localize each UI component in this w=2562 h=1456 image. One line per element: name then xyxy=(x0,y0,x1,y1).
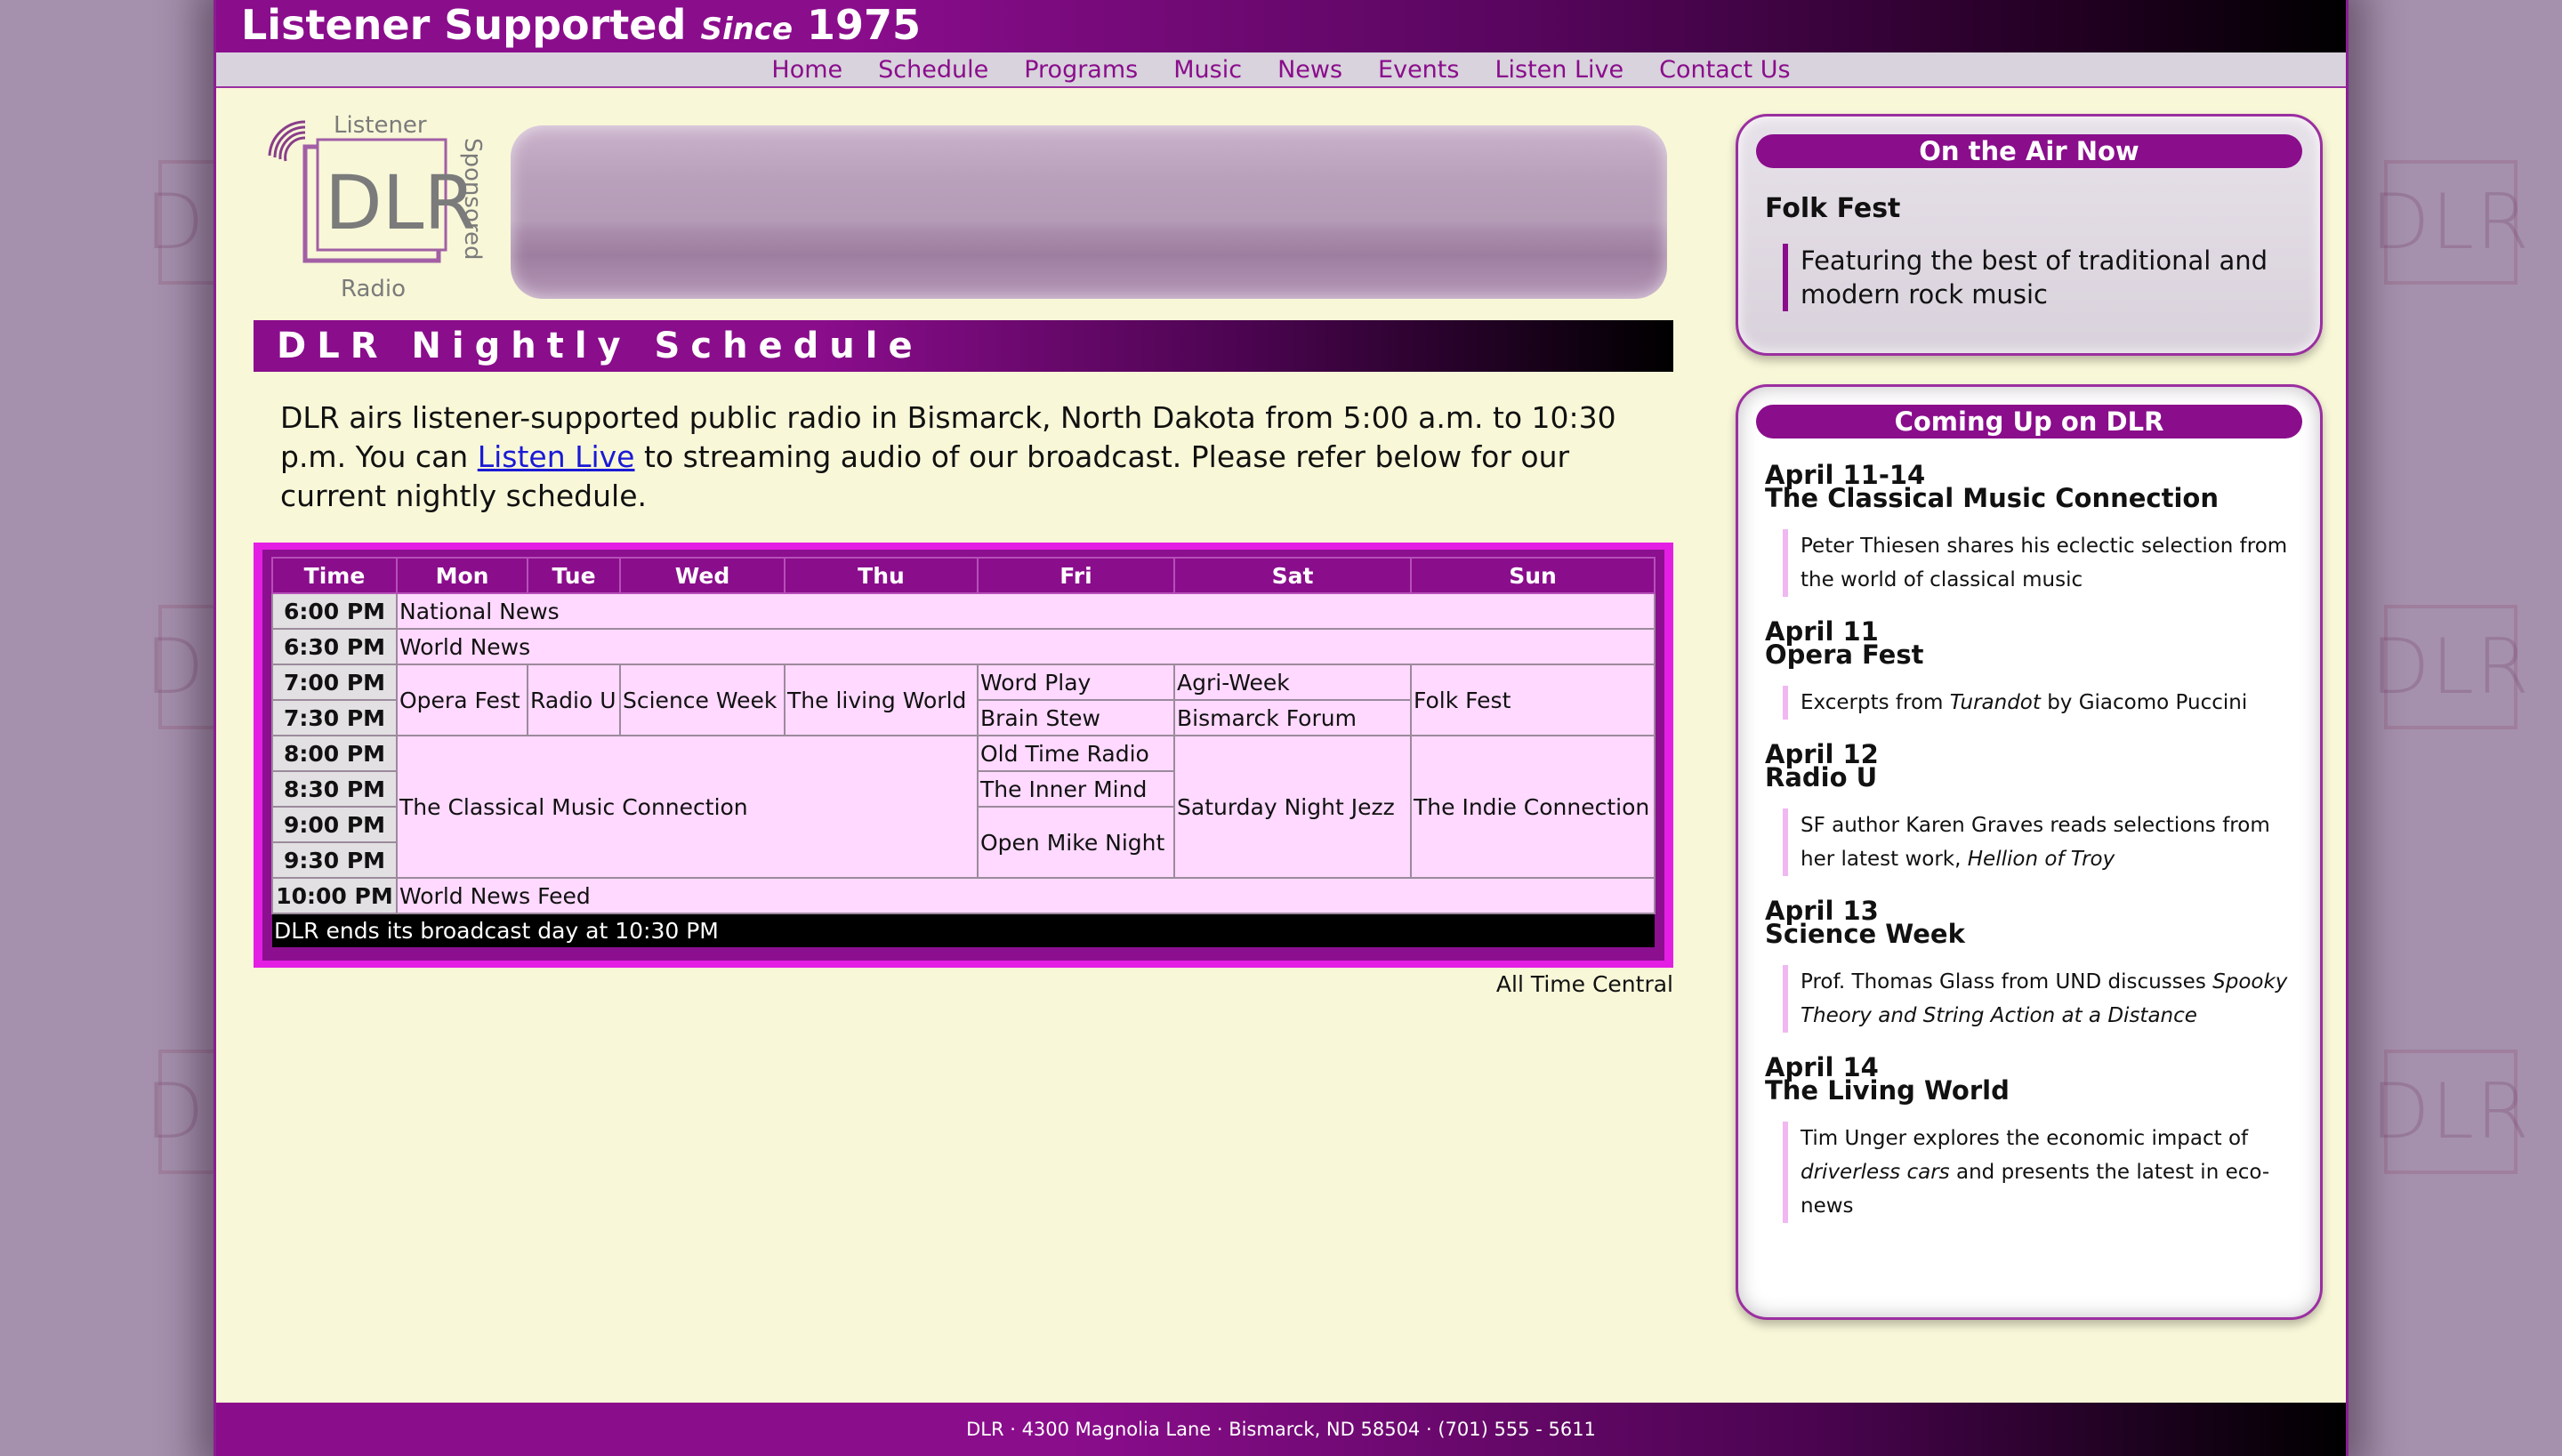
program-cell: Word Play xyxy=(977,664,1175,701)
nav-home[interactable]: Home xyxy=(771,56,842,84)
coming-up-event: April 11-14 The Classical Music Connecti… xyxy=(1765,463,2295,597)
nav-listen-live[interactable]: Listen Live xyxy=(1494,56,1623,84)
program-cell: Saturday Night Jezz xyxy=(1173,735,1412,879)
coming-up-event: April 12 Radio U SF author Karen Graves … xyxy=(1765,742,2295,876)
logo-radio-text: Radio xyxy=(341,276,406,302)
program-cell: Opera Fest xyxy=(396,664,528,736)
event-description: Tim Unger explores the economic impact o… xyxy=(1783,1122,2295,1223)
nav-events[interactable]: Events xyxy=(1378,56,1459,84)
nav-contact-us[interactable]: Contact Us xyxy=(1659,56,1790,84)
on-air-show-title: Folk Fest xyxy=(1765,193,1901,224)
time-cell: 6:30 PM xyxy=(271,628,398,665)
table-row: 8:00 PM The Classical Music Connection O… xyxy=(271,735,1656,879)
logo-listener-text: Listener xyxy=(334,112,427,139)
timezone-note: All Time Central xyxy=(1495,971,1673,997)
nav-music[interactable]: Music xyxy=(1173,56,1242,84)
event-description: SF author Karen Graves reads selections … xyxy=(1783,808,2295,876)
program-cell: National News xyxy=(396,592,1656,630)
page-container: Listener Supported Since 1975 Home Sched… xyxy=(214,0,2348,1456)
time-cell: 7:00 PM xyxy=(271,664,398,701)
coming-up-heading: Coming Up on DLR xyxy=(1756,405,2302,438)
header-banner-image xyxy=(511,125,1667,299)
masthead-tagline: Listener Supported xyxy=(241,1,687,49)
schedule-table-frame: Time Mon Tue Wed Thu Fri Sat Sun 6:00 PM… xyxy=(254,543,1673,968)
header-thu: Thu xyxy=(784,557,979,594)
header-sun: Sun xyxy=(1410,557,1656,594)
coming-up-box: Coming Up on DLR April 11-14 The Classic… xyxy=(1736,384,2323,1320)
event-description: Prof. Thomas Glass from UND discusses Sp… xyxy=(1783,965,2295,1033)
table-row: 6:30 PM World News xyxy=(271,628,1656,665)
logo-dlr-text: DLR xyxy=(325,159,476,246)
coming-up-event: April 11 Opera Fest Excerpts from Turand… xyxy=(1765,619,2295,720)
coming-up-event: April 13 Science Week Prof. Thomas Glass… xyxy=(1765,898,2295,1033)
event-title: Science Week xyxy=(1765,919,1965,949)
program-cell: The Inner Mind xyxy=(977,770,1175,808)
schedule-table: Time Mon Tue Wed Thu Fri Sat Sun 6:00 PM… xyxy=(271,557,1656,947)
table-header-row: Time Mon Tue Wed Thu Fri Sat Sun xyxy=(271,557,1656,594)
header-sat: Sat xyxy=(1173,557,1412,594)
program-cell: World News Feed xyxy=(396,877,1656,914)
header-mon: Mon xyxy=(396,557,528,594)
program-cell: Open Mike Night xyxy=(977,806,1175,879)
event-title: The Living World xyxy=(1765,1075,2010,1106)
time-cell: 6:00 PM xyxy=(271,592,398,630)
program-cell: The Classical Music Connection xyxy=(396,735,979,879)
masthead-since: Since xyxy=(700,12,794,47)
program-cell: Science Week xyxy=(619,664,786,736)
broadcast-end-note: DLR ends its broadcast day at 10:30 PM xyxy=(272,913,1655,947)
intro-paragraph: DLR airs listener-supported public radio… xyxy=(280,398,1668,516)
header-tue: Tue xyxy=(527,557,621,594)
table-row: 7:00 PM Opera Fest Radio U Science Week … xyxy=(271,664,1656,736)
backdrop-logo-tile: DLR xyxy=(2371,160,2529,285)
time-cell: 9:30 PM xyxy=(271,841,398,879)
on-air-show-description: Featuring the best of traditional and mo… xyxy=(1783,244,2293,311)
program-cell: Brain Stew xyxy=(977,699,1175,736)
program-cell: World News xyxy=(396,628,1656,665)
event-title: Radio U xyxy=(1765,762,1878,792)
event-title: Opera Fest xyxy=(1765,640,1924,670)
masthead: Listener Supported Since 1975 xyxy=(216,0,2346,52)
time-cell: 8:30 PM xyxy=(271,770,398,808)
listen-live-link[interactable]: Listen Live xyxy=(478,439,635,474)
schedule-title: DLR Nightly Schedule xyxy=(254,320,1673,372)
header-time: Time xyxy=(271,557,398,594)
backdrop-logo-tile: DLR xyxy=(2371,1050,2529,1174)
program-cell: Radio U xyxy=(527,664,621,736)
time-cell: 7:30 PM xyxy=(271,699,398,736)
event-description: Excerpts from Turandot by Giacomo Puccin… xyxy=(1783,686,2295,720)
program-cell: Folk Fest xyxy=(1410,664,1656,736)
coming-up-event: April 14 The Living World Tim Unger expl… xyxy=(1765,1055,2295,1223)
nav-schedule[interactable]: Schedule xyxy=(878,56,988,84)
footer-contact-info: DLR · 4300 Magnolia Lane · Bismarck, ND … xyxy=(216,1403,2346,1456)
nav-programs[interactable]: Programs xyxy=(1024,56,1138,84)
program-cell: The living World xyxy=(784,664,979,736)
header-fri: Fri xyxy=(977,557,1175,594)
program-cell: Bismarck Forum xyxy=(1173,699,1412,736)
table-row: 6:00 PM National News xyxy=(271,592,1656,630)
table-row: 10:00 PM World News Feed xyxy=(271,877,1656,914)
dlr-logo: Listener DLR Sponsored Radio xyxy=(268,112,486,302)
on-air-heading: On the Air Now xyxy=(1756,134,2302,168)
program-cell: Agri-Week xyxy=(1173,664,1412,701)
event-title: The Classical Music Connection xyxy=(1765,483,2219,513)
header-wed: Wed xyxy=(619,557,786,594)
program-cell: The Indie Connection xyxy=(1410,735,1656,879)
logo-sponsored-text: Sponsored xyxy=(459,138,486,260)
event-description: Peter Thiesen shares his eclectic select… xyxy=(1783,529,2295,597)
masthead-year: 1975 xyxy=(807,1,922,49)
time-cell: 8:00 PM xyxy=(271,735,398,772)
top-nav: Home Schedule Programs Music News Events… xyxy=(216,52,2346,88)
table-footer-row: DLR ends its broadcast day at 10:30 PM xyxy=(272,913,1655,947)
program-cell: Old Time Radio xyxy=(977,735,1175,772)
time-cell: 9:00 PM xyxy=(271,806,398,843)
backdrop-logo-tile: DLR xyxy=(2371,605,2529,729)
time-cell: 10:00 PM xyxy=(271,877,398,914)
nav-news[interactable]: News xyxy=(1277,56,1342,84)
on-air-now-box: On the Air Now Folk Fest Featuring the b… xyxy=(1736,114,2323,356)
